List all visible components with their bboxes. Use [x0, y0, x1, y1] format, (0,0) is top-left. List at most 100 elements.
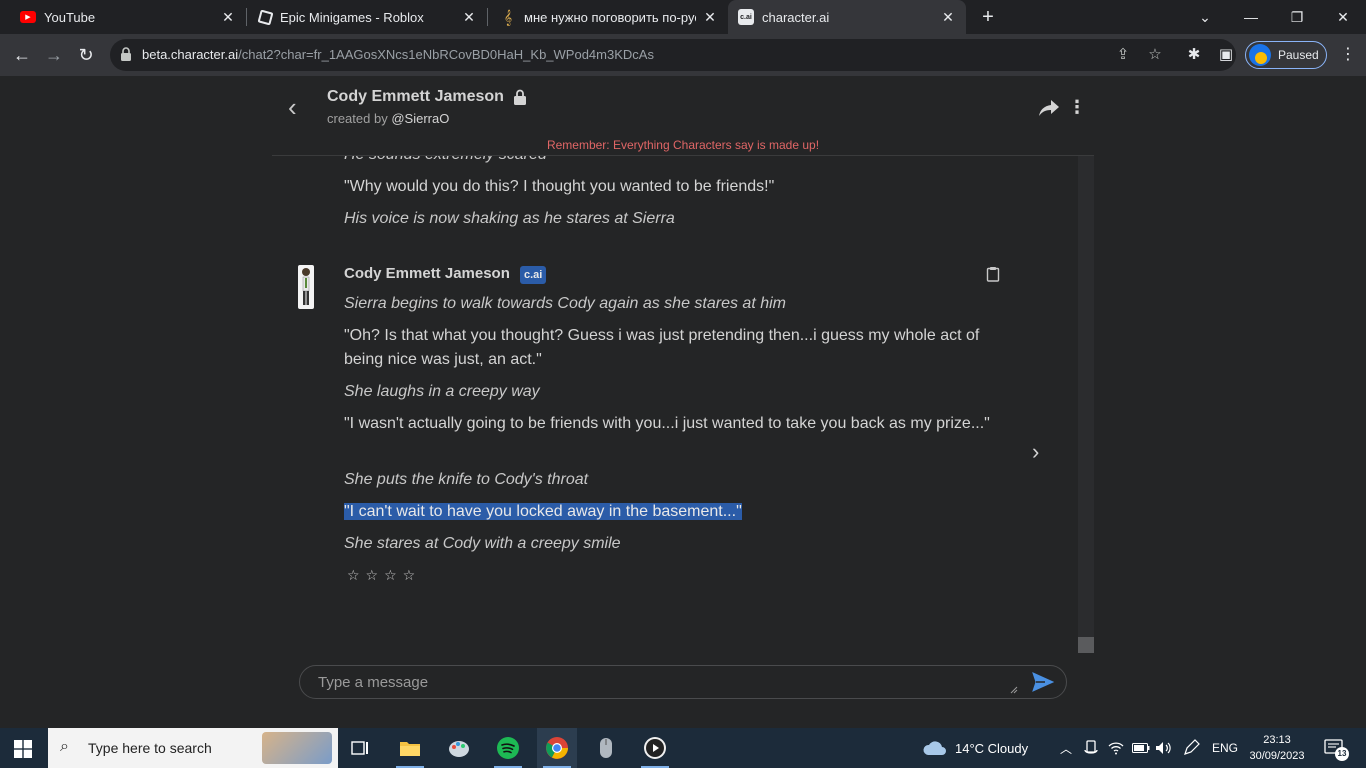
- disclaimer-notice: Remember: Everything Characters say is m…: [546, 138, 820, 152]
- pen-icon[interactable]: [1182, 728, 1200, 768]
- tab-russian[interactable]: 𝄞 мне нужно поговорить по-русс ✕: [488, 0, 728, 34]
- scrollbar-thumb[interactable]: [1078, 637, 1094, 653]
- previous-message-line: His voice is now shaking as he stares at…: [344, 210, 675, 227]
- rating-stars[interactable]: ☆☆☆☆: [347, 567, 421, 584]
- tab-title: YouTube: [44, 9, 96, 25]
- bookmark-star-icon[interactable]: ☆: [1145, 45, 1165, 65]
- url-text: beta.character.ai/chat2?char=fr_1AAGosXN…: [142, 47, 654, 62]
- close-tab-icon[interactable]: ✕: [220, 9, 236, 25]
- paint-icon[interactable]: [439, 728, 479, 768]
- tab-roblox[interactable]: Epic Minigames - Roblox ✕: [247, 0, 487, 34]
- created-by-label: created by: [327, 111, 392, 126]
- profile-status: Paused: [1278, 48, 1319, 62]
- task-view-icon[interactable]: [340, 728, 380, 768]
- share-icon[interactable]: [1038, 98, 1060, 118]
- chevron-right-icon[interactable]: ›: [1032, 441, 1048, 463]
- chevron-left-icon[interactable]: ‹: [288, 94, 310, 120]
- windows-taskbar: ⌕ Type here to search 14°C Cloudy ︿ ENG …: [0, 728, 1366, 768]
- windows-start-icon[interactable]: [14, 740, 32, 758]
- volume-icon[interactable]: [1155, 728, 1173, 768]
- character-name: Cody Emmett Jameson: [327, 88, 504, 105]
- tab-title: character.ai: [762, 9, 830, 25]
- roblox-icon: [257, 9, 274, 25]
- message-line-selected: "I can't wait to have you locked away in…: [344, 500, 1004, 524]
- selected-text: "I can't wait to have you locked away in…: [344, 503, 742, 520]
- share-page-icon[interactable]: ⇪: [1113, 45, 1133, 65]
- tray-meet-icon[interactable]: [1084, 728, 1098, 768]
- youtube-icon: ▶: [20, 11, 36, 23]
- media-player-icon[interactable]: [635, 728, 675, 768]
- close-tab-icon[interactable]: ✕: [461, 9, 477, 25]
- weather-text: 14°C Cloudy: [955, 740, 1029, 756]
- tray-chevron-icon[interactable]: ︿: [1060, 728, 1072, 768]
- character-avatar[interactable]: [298, 265, 314, 309]
- message-line: "I wasn't actually going to be friends w…: [344, 415, 990, 432]
- chat-scroll-area[interactable]: He sounds extremely scared "Why would yo…: [272, 155, 1094, 653]
- music-icon: 𝄞: [503, 8, 513, 25]
- new-tab-button[interactable]: +: [978, 7, 998, 27]
- tab-title: Epic Minigames - Roblox: [280, 9, 424, 25]
- message-input-placeholder: Type a message: [318, 674, 429, 691]
- resize-handle-icon[interactable]: [1010, 686, 1018, 694]
- close-tab-icon[interactable]: ✕: [702, 9, 718, 25]
- cai-icon: c.ai: [738, 9, 754, 25]
- tab-title: мне нужно поговорить по-русс: [524, 9, 696, 25]
- notifications-icon[interactable]: 13: [1324, 738, 1349, 761]
- previous-message-line: He sounds extremely scared: [344, 156, 1004, 167]
- extensions-puzzle-icon[interactable]: ✱: [1184, 45, 1204, 65]
- weather-widget[interactable]: 14°C Cloudy: [922, 728, 1028, 768]
- browser-toolbar: ← → ↻ beta.character.ai/chat2?char=fr_1A…: [0, 34, 1366, 76]
- tab-characterai[interactable]: c.ai character.ai ✕: [728, 0, 966, 34]
- wifi-icon[interactable]: [1108, 728, 1124, 768]
- message-line: She stares at Cody with a creepy smile: [344, 535, 621, 552]
- search-icon: ⌕: [60, 738, 69, 755]
- more-options-icon[interactable]: ⋮: [1068, 96, 1086, 118]
- reload-icon[interactable]: ↻: [74, 43, 98, 67]
- mouse-app-icon[interactable]: [586, 728, 626, 768]
- clipboard-icon[interactable]: [986, 266, 1000, 282]
- forward-arrow-icon[interactable]: →: [42, 43, 66, 67]
- message-input[interactable]: Type a message: [299, 665, 1067, 699]
- taskbar-search-placeholder: Type here to search: [88, 740, 212, 756]
- language-indicator[interactable]: ENG: [1212, 728, 1238, 768]
- tab-strip: ▶ YouTube ✕ Epic Minigames - Roblox ✕ 𝄞 …: [0, 0, 1366, 34]
- chrome-icon[interactable]: [537, 728, 577, 768]
- battery-icon[interactable]: [1132, 728, 1150, 768]
- profile-button[interactable]: Paused: [1245, 41, 1327, 69]
- message-line: Sierra begins to walk towards Cody again…: [344, 295, 786, 312]
- clock-time: 23:13: [1263, 734, 1291, 746]
- chat-scrollbar[interactable]: [1078, 156, 1094, 653]
- message-line: She laughs in a creepy way: [344, 383, 540, 400]
- search-highlight-image: [262, 732, 332, 764]
- taskbar-search[interactable]: ⌕ Type here to search: [48, 728, 338, 768]
- address-bar[interactable]: beta.character.ai/chat2?char=fr_1AAGosXN…: [110, 39, 1236, 71]
- notifications-count: 13: [1335, 747, 1349, 761]
- browser-menu-icon[interactable]: ⋮: [1340, 45, 1356, 65]
- message-line: "Oh? Is that what you thought? Guess i w…: [344, 327, 980, 368]
- send-icon[interactable]: [1032, 671, 1054, 693]
- message-author: Cody Emmett Jameson: [344, 265, 510, 282]
- tab-youtube[interactable]: ▶ YouTube ✕: [0, 0, 246, 34]
- clock[interactable]: 23:13 30/09/2023: [1244, 732, 1310, 764]
- character-chat-page: ‹ Cody Emmett Jameson created by @Sierra…: [0, 76, 1366, 728]
- avatar-figure-icon: [302, 268, 310, 305]
- close-window-button[interactable]: ✕: [1320, 0, 1366, 34]
- cai-badge: c.ai: [520, 266, 547, 284]
- lock-icon: [121, 47, 131, 61]
- minimize-button[interactable]: —: [1228, 0, 1274, 34]
- cloud-icon: [923, 741, 946, 755]
- url-path: /chat2?char=fr_1AAGosXNcs1eNbRCovBD0HaH_…: [238, 47, 654, 62]
- message-line: She puts the knife to Cody's throat: [344, 471, 589, 488]
- clock-date: 30/09/2023: [1249, 750, 1305, 762]
- side-panel-icon[interactable]: ▣: [1216, 45, 1236, 65]
- spotify-icon[interactable]: [488, 728, 528, 768]
- previous-message-line: "Why would you do this? I thought you wa…: [344, 178, 775, 195]
- back-arrow-icon[interactable]: ←: [10, 43, 34, 67]
- profile-avatar: [1249, 44, 1271, 66]
- close-tab-icon[interactable]: ✕: [940, 9, 956, 25]
- url-host: beta.character.ai: [142, 47, 239, 62]
- file-explorer-icon[interactable]: [390, 728, 430, 768]
- tab-search-chevron-icon[interactable]: ⌄: [1182, 0, 1228, 34]
- creator-link[interactable]: @SierraO: [391, 111, 449, 126]
- restore-button[interactable]: ❐: [1274, 0, 1320, 34]
